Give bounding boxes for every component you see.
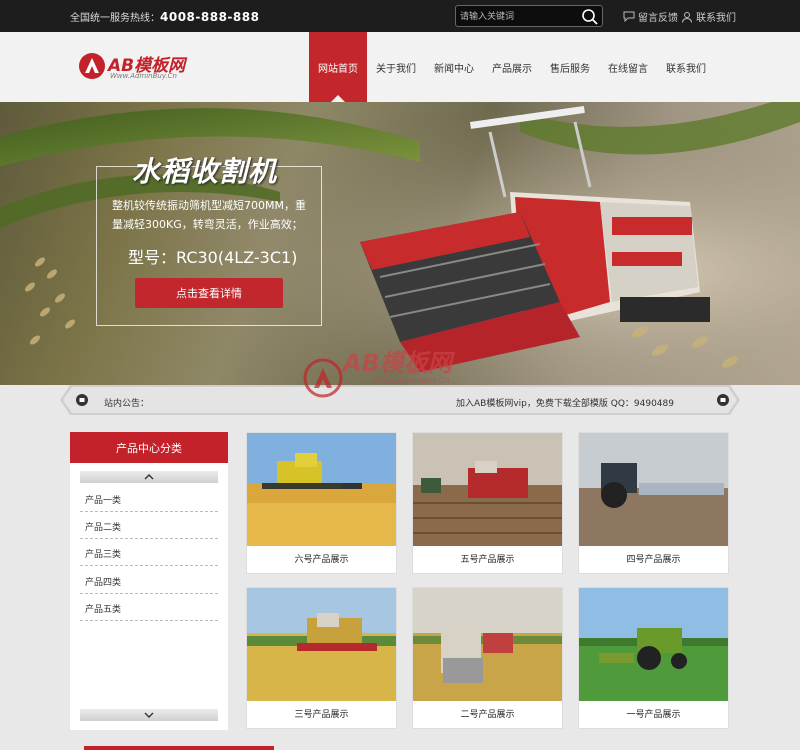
hotline-number: 4008-888-888	[160, 10, 260, 24]
logo-mark-icon	[79, 53, 105, 79]
nav-item-service[interactable]: 售后服务	[541, 32, 599, 102]
contact-link[interactable]: 联系我们	[681, 9, 736, 24]
logo[interactable]: AB模板网 Www.AdminBuy.Cn	[78, 50, 198, 90]
scroll-down-button[interactable]	[80, 709, 218, 721]
category-item-1[interactable]: 产品一类	[80, 487, 218, 512]
chevron-up-icon	[144, 474, 154, 480]
banner-description: 整机较传统振动筛机型减短700MM，重量减轻300KG，转弯灵活，作业高效；	[112, 199, 306, 231]
product-card[interactable]: 五号产品展示	[412, 432, 563, 574]
product-image	[247, 433, 396, 546]
nav-item-home[interactable]: 网站首页	[309, 32, 367, 103]
megaphone-icon	[76, 394, 88, 406]
product-card[interactable]: 四号产品展示	[578, 432, 729, 574]
user-icon	[682, 11, 692, 23]
feedback-link[interactable]: 留言反馈	[623, 9, 678, 24]
top-bar: 全国统一服务热线：4008-888-888 留言反馈 联系我们	[0, 0, 800, 32]
product-card[interactable]: 二号产品展示	[412, 587, 563, 729]
product-caption: 五号产品展示	[460, 555, 515, 565]
product-image	[413, 433, 562, 546]
search-box	[455, 5, 603, 27]
product-card[interactable]: 一号产品展示	[578, 587, 729, 729]
header: AB模板网 Www.AdminBuy.Cn 网站首页 关于我们 新闻中心 产品展…	[0, 32, 800, 103]
product-caption: 三号产品展示	[294, 710, 349, 720]
nav-item-message[interactable]: 在线留言	[599, 32, 657, 102]
watermark-logo-icon	[303, 358, 343, 398]
search-input[interactable]	[460, 9, 578, 24]
watermark-subtext: Www.AdminBuy.Cn	[373, 376, 450, 385]
sidebar-title: 产品中心分类	[70, 432, 228, 463]
nav-item-about[interactable]: 关于我们	[367, 32, 425, 102]
watermark: AB模板网 Www.AdminBuy.Cn	[303, 340, 503, 410]
category-item-4[interactable]: 产品四类	[80, 569, 218, 594]
product-image	[413, 588, 562, 701]
contact-label: 联系我们	[696, 13, 736, 24]
category-item-5[interactable]: 产品五类	[80, 596, 218, 621]
product-caption: 二号产品展示	[460, 710, 515, 720]
banner-title: 水稻收割机	[132, 155, 278, 188]
logo-subtext: Www.AdminBuy.Cn	[110, 72, 177, 80]
product-caption: 四号产品展示	[626, 555, 681, 565]
hotline-label: 全国统一服务热线：	[70, 13, 160, 24]
chat-icon	[623, 11, 635, 22]
notice-label: 站内公告：	[104, 399, 150, 409]
product-card[interactable]: 三号产品展示	[246, 587, 397, 729]
watermark-text: AB模板网	[343, 349, 452, 377]
product-caption: 六号产品展示	[294, 555, 349, 565]
product-card[interactable]: 六号产品展示	[246, 432, 397, 574]
notice-end-icon	[717, 394, 729, 406]
feedback-label: 留言反馈	[638, 13, 678, 24]
view-details-button[interactable]: 点击查看详情	[135, 278, 283, 308]
product-category-sidebar: 产品中心分类 产品一类 产品二类 产品三类 产品四类 产品五类	[70, 432, 228, 730]
next-section-header	[84, 746, 274, 750]
chevron-down-icon	[144, 712, 154, 718]
product-image	[579, 433, 728, 546]
product-caption: 一号产品展示	[626, 710, 681, 720]
category-item-3[interactable]: 产品三类	[80, 541, 218, 566]
nav-item-products[interactable]: 产品展示	[483, 32, 541, 102]
search-icon	[582, 9, 598, 25]
scroll-up-button[interactable]	[80, 471, 218, 483]
banner-model: 型号：RC30(4LZ-3C1)	[128, 248, 298, 267]
main-nav: 网站首页 关于我们 新闻中心 产品展示 售后服务 在线留言 联系我们	[309, 32, 715, 103]
category-item-2[interactable]: 产品二类	[80, 514, 218, 539]
nav-item-contact[interactable]: 联系我们	[657, 32, 715, 102]
search-button[interactable]	[581, 8, 599, 26]
hotline: 全国统一服务热线：4008-888-888	[70, 9, 259, 24]
product-image	[579, 588, 728, 701]
nav-item-news[interactable]: 新闻中心	[425, 32, 483, 102]
product-image	[247, 588, 396, 701]
